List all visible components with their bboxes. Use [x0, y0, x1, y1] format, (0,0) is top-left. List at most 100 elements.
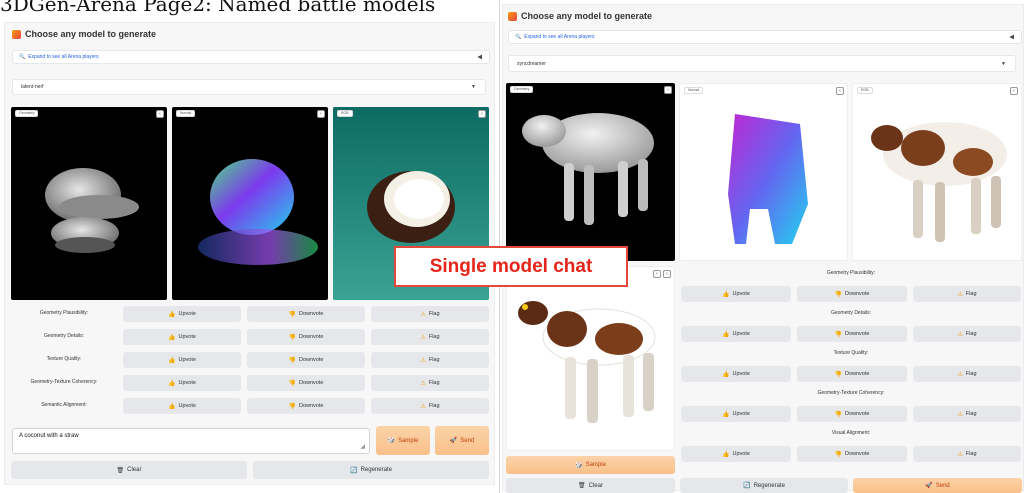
- thumbs-down-icon: 👎: [834, 331, 842, 338]
- share-icon[interactable]: ‹: [653, 270, 661, 278]
- right-flag-button-2[interactable]: ⚠ Flag: [913, 326, 1021, 342]
- left-clear-button[interactable]: 🗑 Clear: [11, 461, 247, 479]
- download-icon[interactable]: ‹: [836, 87, 844, 95]
- upvote-label: Upvote: [732, 291, 750, 297]
- download-icon[interactable]: ‹: [664, 86, 672, 94]
- left-upvote-button-1[interactable]: 👍 Upvote: [123, 306, 241, 322]
- thumbs-up-icon: 👍: [168, 403, 176, 410]
- thumbs-up-icon: 👍: [168, 380, 176, 387]
- left-upvote-button-3[interactable]: 👍 Upvote: [123, 352, 241, 368]
- left-sample-button[interactable]: 🎲 Sample: [376, 426, 430, 455]
- right-flag-button-4[interactable]: ⚠ Flag: [913, 406, 1021, 422]
- left-upvote-button-4[interactable]: 👍 Upvote: [123, 375, 241, 391]
- left-downvote-button-5[interactable]: 👎 Downvote: [247, 398, 365, 414]
- right-upvote-button-4[interactable]: 👍 Upvote: [681, 406, 791, 422]
- prompt-input[interactable]: A coconut with a straw ◢: [12, 428, 370, 454]
- right-model-select[interactable]: syncdreamer ▼: [508, 55, 1016, 72]
- right-expand-label: Expand to see all Arena players: [524, 34, 595, 40]
- flag-label: Flag: [428, 357, 440, 363]
- left-downvote-button-2[interactable]: 👎 Downvote: [247, 329, 365, 345]
- dice-icon: 🎲: [387, 438, 396, 444]
- right-rgb-image: RGB ‹: [852, 83, 1022, 261]
- sample-label: Sample: [398, 437, 419, 444]
- upvote-label: Upvote: [178, 380, 196, 386]
- right-downvote-button-3[interactable]: 👎 Downvote: [797, 366, 907, 382]
- right-downvote-button-1[interactable]: 👎 Downvote: [797, 286, 907, 302]
- left-upvote-button-2[interactable]: 👍 Upvote: [123, 329, 241, 345]
- warning-icon: ⚠: [957, 291, 963, 298]
- refresh-icon: 🔄: [350, 467, 358, 474]
- refresh-icon: 🔄: [743, 483, 751, 489]
- right-clear-button[interactable]: 🗑 Clear: [506, 478, 675, 493]
- right-upvote-button-1[interactable]: 👍 Upvote: [681, 286, 791, 302]
- downvote-label: Downvote: [845, 451, 870, 457]
- upvote-label: Upvote: [732, 371, 750, 377]
- thumbs-down-icon: 👎: [288, 334, 296, 341]
- download-icon[interactable]: ‹: [663, 270, 671, 278]
- downvote-label: Downvote: [845, 331, 870, 337]
- left-downvote-button-3[interactable]: 👎 Downvote: [247, 352, 365, 368]
- right-downvote-button-2[interactable]: 👎 Downvote: [797, 326, 907, 342]
- downvote-label: Downvote: [299, 334, 324, 340]
- left-model-select[interactable]: latent-nerf ▼: [12, 79, 486, 95]
- upvote-label: Upvote: [178, 403, 196, 409]
- thumbs-down-icon: 👎: [834, 291, 842, 298]
- left-downvote-button-1[interactable]: 👎 Downvote: [247, 306, 365, 322]
- left-upvote-button-5[interactable]: 👍 Upvote: [123, 398, 241, 414]
- left-downvote-button-4[interactable]: 👎 Downvote: [247, 375, 365, 391]
- left-regenerate-button[interactable]: 🔄 Regenerate: [253, 461, 489, 479]
- left-flag-button-5[interactable]: ⚠ Flag: [371, 398, 489, 414]
- upvote-label: Upvote: [732, 411, 750, 417]
- upvote-label: Upvote: [732, 331, 750, 337]
- right-upvote-button-5[interactable]: 👍 Upvote: [681, 446, 791, 462]
- collapse-triangle-icon: ◀: [1009, 34, 1014, 41]
- clear-label: Clear: [127, 467, 142, 473]
- right-row-label-5: Visual Alignment:: [831, 430, 871, 436]
- upvote-label: Upvote: [178, 311, 196, 317]
- right-flag-button-3[interactable]: ⚠ Flag: [913, 366, 1021, 382]
- left-geometry-label: Geometry: [15, 110, 39, 117]
- right-flag-button-5[interactable]: ⚠ Flag: [913, 446, 1021, 462]
- download-icon[interactable]: ‹: [317, 110, 325, 118]
- left-choose-heading: Choose any model to generate: [12, 29, 156, 39]
- right-downvote-button-4[interactable]: 👎 Downvote: [797, 406, 907, 422]
- right-regenerate-button[interactable]: 🔄 Regenerate: [680, 478, 848, 493]
- download-icon[interactable]: ‹: [1010, 87, 1018, 95]
- flag-label: Flag: [428, 334, 440, 340]
- upvote-label: Upvote: [732, 451, 750, 457]
- right-row-label-3: Texture Quality:: [833, 350, 869, 356]
- thumbs-down-icon: 👎: [834, 411, 842, 418]
- right-send-button[interactable]: 🚀 Send: [853, 478, 1022, 493]
- resize-handle-icon[interactable]: ◢: [360, 443, 365, 450]
- send-icon: 🚀: [449, 438, 458, 444]
- right-downvote-button-5[interactable]: 👎 Downvote: [797, 446, 907, 462]
- magnifier-icon: 🔍: [515, 34, 522, 40]
- thumbs-down-icon: 👎: [288, 311, 296, 318]
- right-choose-heading: Choose any model to generate: [508, 11, 652, 21]
- left-model-value: latent-nerf: [21, 84, 44, 90]
- thumbs-up-icon: 👍: [722, 291, 730, 298]
- right-upvote-button-2[interactable]: 👍 Upvote: [681, 326, 791, 342]
- downvote-label: Downvote: [299, 403, 324, 409]
- download-icon[interactable]: ‹: [156, 110, 164, 118]
- regenerate-label: Regenerate: [753, 482, 785, 489]
- left-flag-button-4[interactable]: ⚠ Flag: [371, 375, 489, 391]
- arena-logo-icon: [508, 11, 517, 21]
- download-icon[interactable]: ‹: [478, 110, 486, 118]
- flag-label: Flag: [965, 331, 977, 337]
- right-upvote-button-3[interactable]: 👍 Upvote: [681, 366, 791, 382]
- left-flag-button-2[interactable]: ⚠ Flag: [371, 329, 489, 345]
- left-expand-bar[interactable]: 🔍 Expand to see all Arena players ◀: [12, 50, 490, 64]
- left-send-button[interactable]: 🚀 Send: [435, 426, 489, 455]
- right-expand-bar[interactable]: 🔍 Expand to see all Arena players ◀: [508, 30, 1022, 44]
- flag-label: Flag: [428, 311, 440, 317]
- downvote-label: Downvote: [299, 311, 324, 317]
- thumbs-down-icon: 👎: [288, 357, 296, 364]
- right-flag-button-1[interactable]: ⚠ Flag: [913, 286, 1021, 302]
- left-flag-button-1[interactable]: ⚠ Flag: [371, 306, 489, 322]
- left-flag-button-3[interactable]: ⚠ Flag: [371, 352, 489, 368]
- warning-icon: ⚠: [420, 380, 426, 387]
- left-row-label-4: Geometry-Texture Coherency:: [30, 379, 98, 385]
- right-sample-button[interactable]: 🎲 Sample: [506, 456, 675, 474]
- flag-label: Flag: [965, 291, 977, 297]
